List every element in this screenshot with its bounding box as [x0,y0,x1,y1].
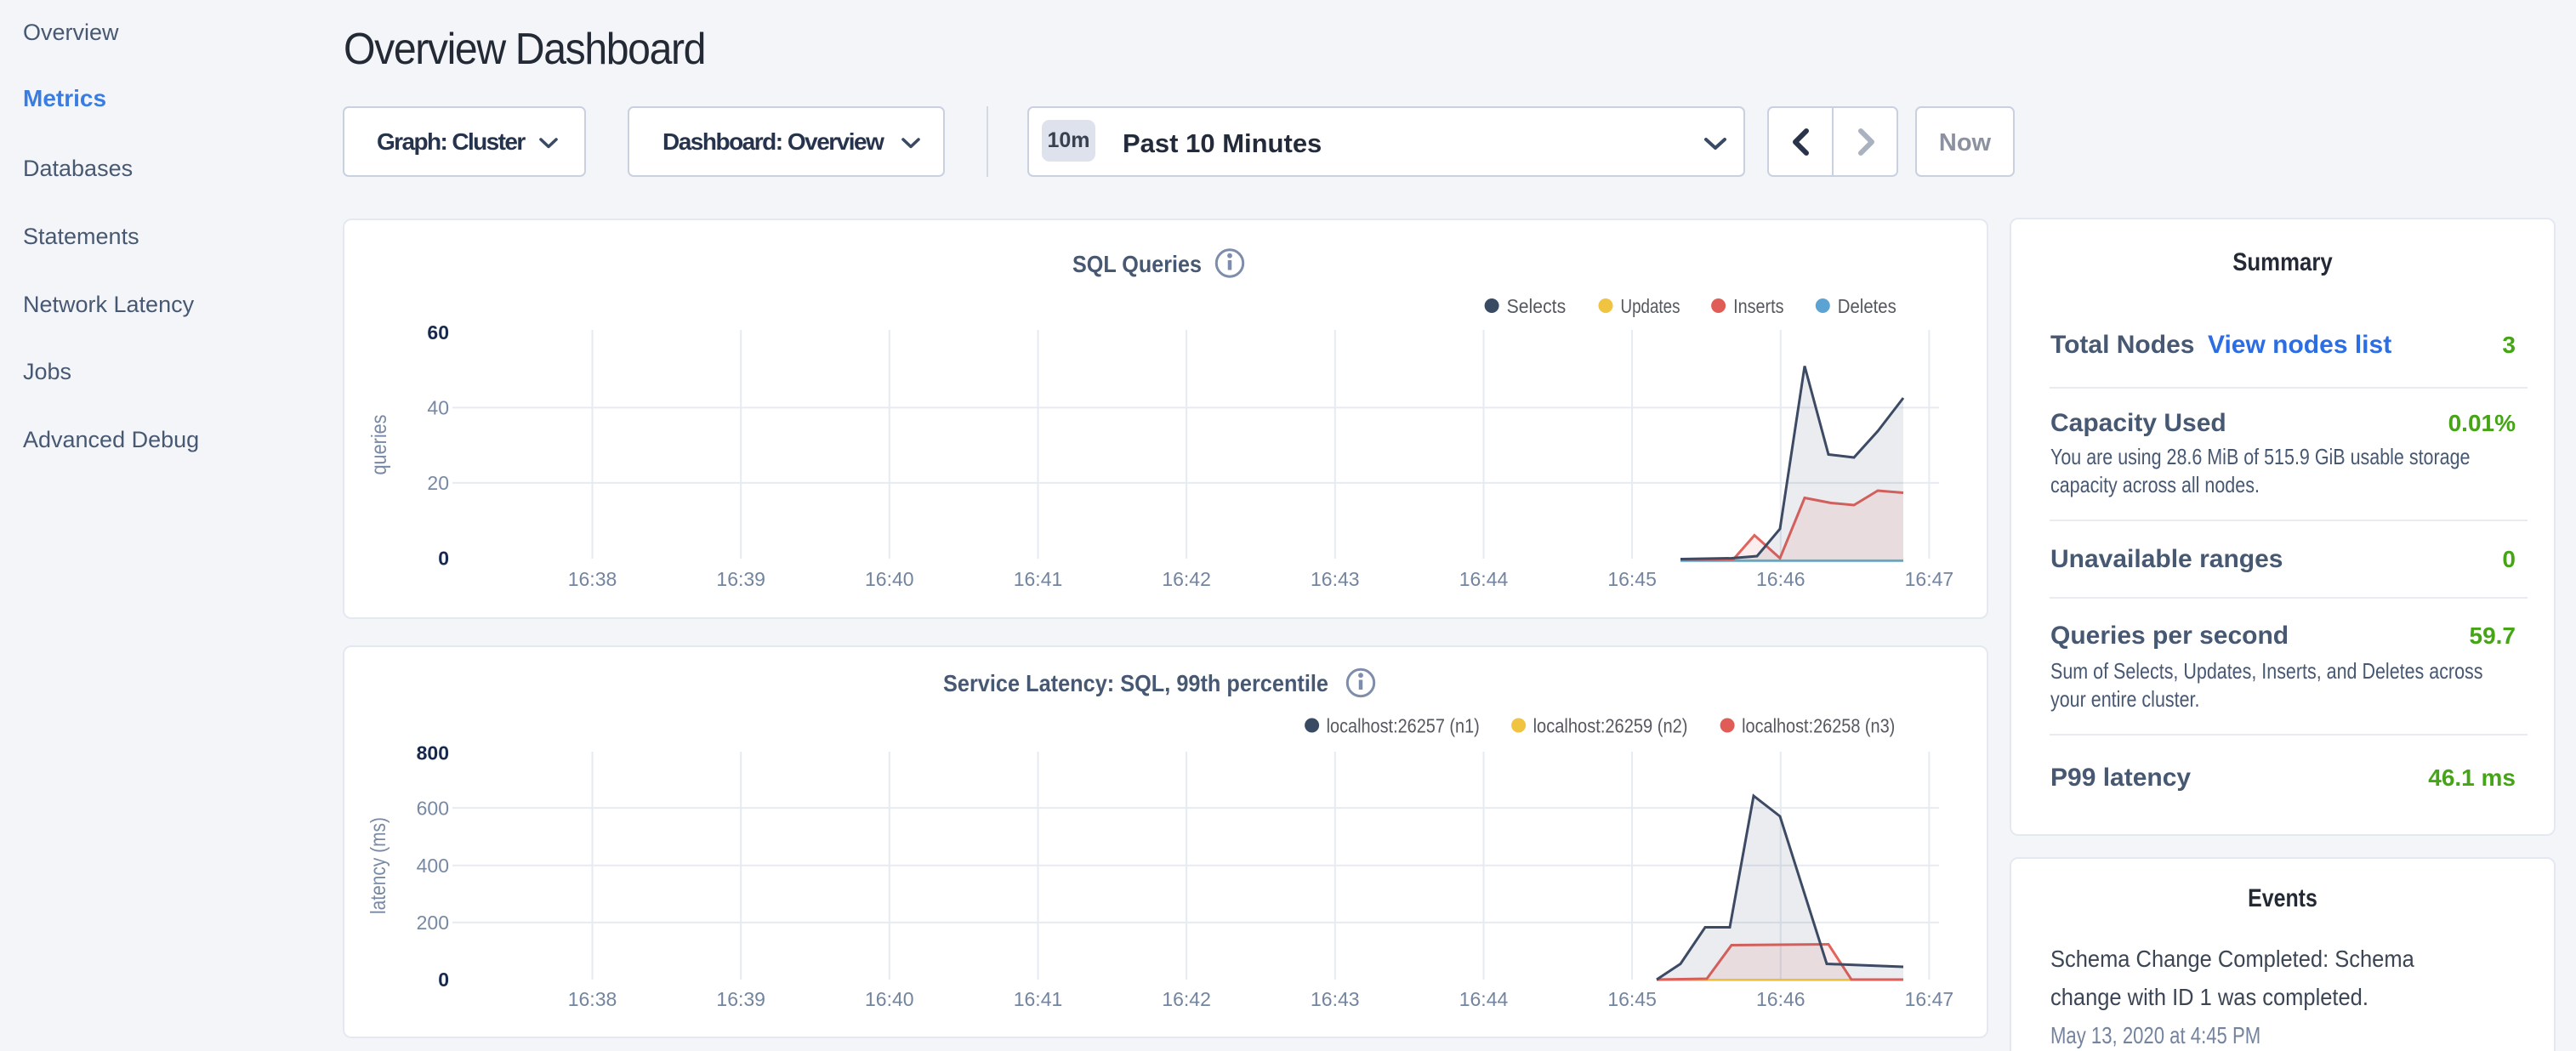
svg-text:16:43: 16:43 [1311,988,1360,1010]
svg-text:16:39: 16:39 [716,568,765,590]
svg-text:queries: queries [367,415,391,475]
svg-text:20: 20 [427,472,449,494]
svg-text:600: 600 [417,797,449,819]
svg-text:16:40: 16:40 [865,568,914,590]
svg-text:Selects: Selects [1507,295,1567,317]
svg-text:latency (ms): latency (ms) [367,817,390,914]
svg-text:SQL Queries: SQL Queries [1072,251,1202,277]
svg-text:0: 0 [438,548,449,570]
svg-text:Updates: Updates [1621,295,1680,317]
svg-text:16:39: 16:39 [716,988,765,1010]
svg-text:16:47: 16:47 [1905,568,1954,590]
svg-text:localhost:26258 (n3): localhost:26258 (n3) [1742,715,1895,737]
svg-text:16:38: 16:38 [568,568,617,590]
svg-text:Service Latency: SQL, 99th per: Service Latency: SQL, 99th percentile [943,670,1328,696]
svg-text:16:40: 16:40 [865,988,914,1010]
svg-text:localhost:26257 (n1): localhost:26257 (n1) [1327,715,1480,737]
svg-text:16:47: 16:47 [1905,988,1954,1010]
svg-text:16:38: 16:38 [568,988,617,1010]
svg-text:Inserts: Inserts [1733,295,1783,317]
svg-text:16:45: 16:45 [1607,568,1657,590]
svg-text:16:42: 16:42 [1162,988,1211,1010]
svg-text:16:46: 16:46 [1756,988,1805,1010]
svg-text:16:41: 16:41 [1014,568,1063,590]
svg-text:16:46: 16:46 [1756,568,1805,590]
svg-text:800: 800 [417,742,449,764]
svg-text:16:42: 16:42 [1162,568,1211,590]
svg-text:localhost:26259 (n2): localhost:26259 (n2) [1533,715,1688,737]
svg-text:400: 400 [417,855,449,877]
svg-text:16:44: 16:44 [1459,568,1509,590]
svg-text:200: 200 [417,912,449,934]
svg-text:16:44: 16:44 [1459,988,1509,1010]
svg-text:Deletes: Deletes [1838,295,1896,317]
svg-text:16:45: 16:45 [1607,988,1657,1010]
svg-text:0: 0 [438,969,449,991]
svg-text:60: 60 [427,321,449,344]
svg-text:40: 40 [427,397,449,419]
svg-text:16:43: 16:43 [1311,568,1360,590]
svg-text:16:41: 16:41 [1014,988,1063,1010]
